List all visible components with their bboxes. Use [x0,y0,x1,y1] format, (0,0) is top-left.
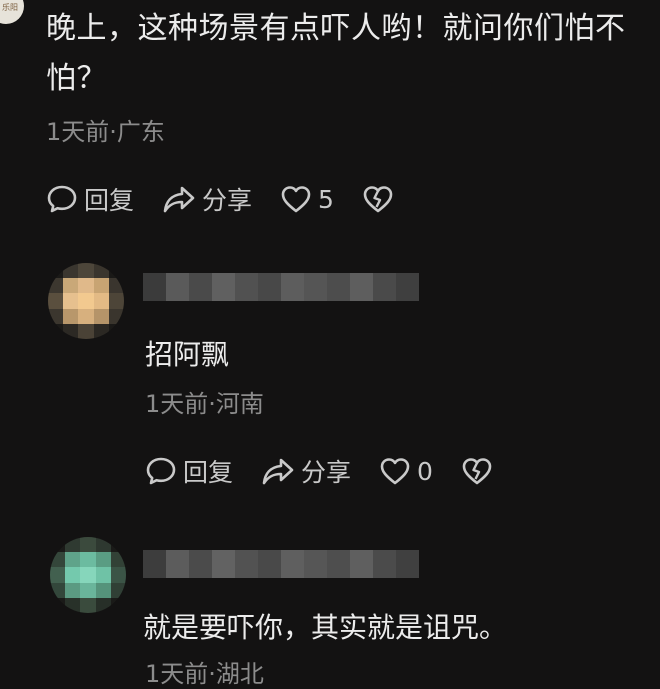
main-comment-text: 晚上，这种场景有点吓人哟！就问你们怕不怕？ [46,11,626,96]
share-icon [261,455,295,487]
reply-2-text: 就是要吓你，其实就是诅咒。 [143,611,508,644]
share-label: 分享 [202,186,253,215]
reply-1-actions: 回复 分享 0 [145,453,521,489]
comment-icon [145,455,177,487]
share-icon [162,183,196,215]
main-comment-actions: 回复 分享 5 [46,181,422,217]
broken-heart-icon [362,184,394,214]
reply-1-reply-button[interactable]: 回复 [145,453,233,489]
reply-1-text: 招阿飘 [145,338,230,371]
reply-1-avatar[interactable] [48,263,124,339]
reply-label: 回复 [84,186,135,215]
top-corner-avatar[interactable]: 乐阳 [0,0,24,24]
share-button[interactable]: 分享 [162,181,252,217]
top-corner-avatar-label: 乐阳 [2,3,18,12]
reply-1-meta: 1天前·河南 [145,390,264,418]
reply-1-share-button[interactable]: 分享 [261,453,351,489]
comment-icon [46,183,78,215]
reply-2-avatar[interactable] [50,537,126,613]
main-comment-meta: 1天前·广东 [46,118,165,146]
like-count: 5 [318,184,334,214]
share-label: 分享 [301,458,352,487]
reply-2-username[interactable] [143,550,419,578]
broken-heart-icon [461,456,493,486]
heart-icon [379,456,411,486]
reply-1-dislike-button[interactable] [461,456,493,486]
reply-1-username[interactable] [143,273,419,301]
heart-icon [280,184,312,214]
dislike-button[interactable] [362,184,394,214]
like-count: 0 [417,456,433,486]
like-button[interactable]: 5 [280,184,334,214]
reply-1-like-button[interactable]: 0 [379,456,433,486]
reply-2-meta: 1天前·湖北 [145,660,264,688]
reply-button[interactable]: 回复 [46,181,134,217]
reply-label: 回复 [183,458,234,487]
